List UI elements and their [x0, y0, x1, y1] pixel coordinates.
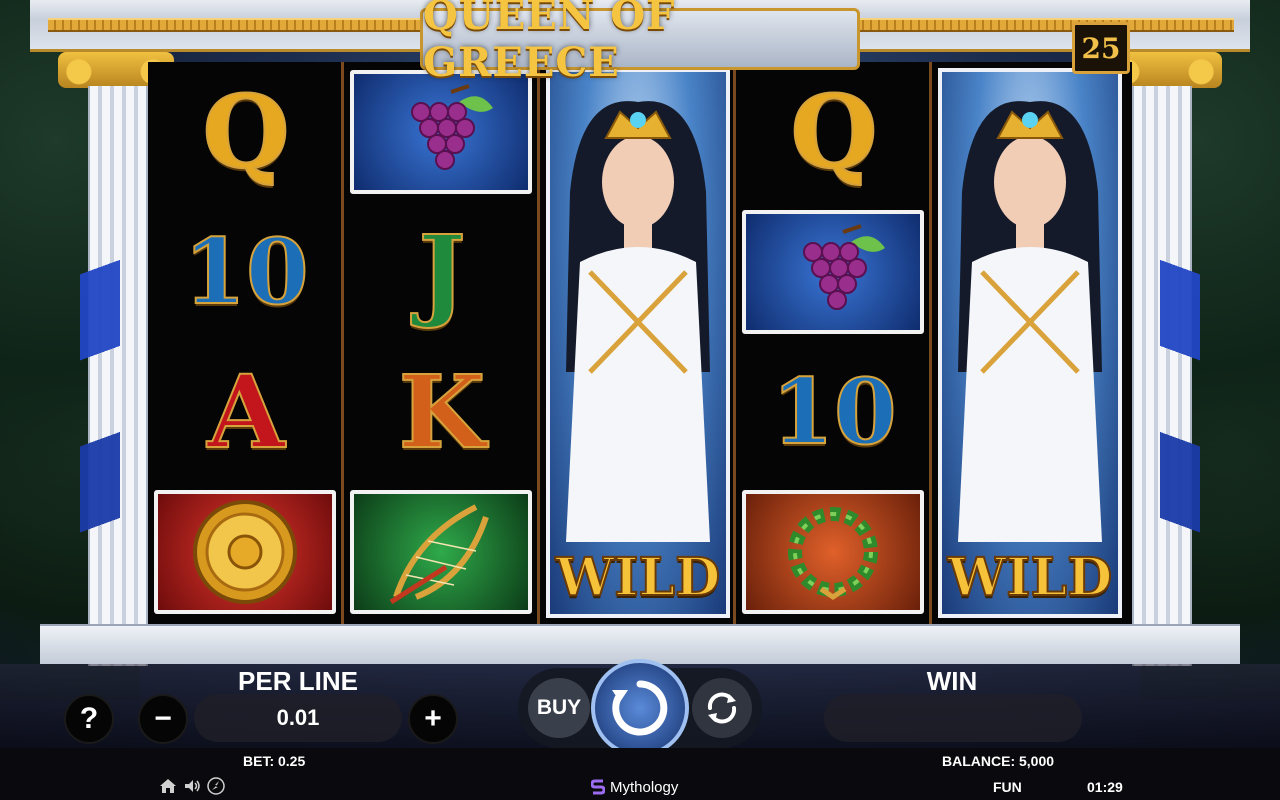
win-value [824, 694, 1082, 742]
per-line-label: PER LINE [238, 666, 358, 696]
reel-4: Q 10 [736, 62, 932, 624]
blue-drape-left [80, 90, 120, 690]
home-icon[interactable] [158, 776, 178, 796]
game-title: QUEEN OF GREECE [423, 0, 676, 86]
symbol-k: K [398, 353, 487, 471]
game-title-plate: QUEEN OF GREECE [420, 0, 860, 86]
grapes-icon [742, 210, 924, 334]
reel-5: WILD [932, 62, 1128, 624]
turbo-icon[interactable] [206, 776, 226, 796]
help-button[interactable]: ? [64, 694, 114, 744]
temple-base [40, 624, 1240, 664]
reel-3: WILD [540, 62, 736, 624]
balance: BALANCE: 5,000 [942, 753, 1055, 769]
game-mode: FUN [993, 779, 1022, 795]
wild-label: WILD [947, 546, 1113, 609]
lyre-icon [350, 490, 532, 614]
reel-area: Q 10 A J K WILD Q 10 WILD [148, 62, 1132, 624]
symbol-10: 10 [182, 219, 309, 325]
buy-feature-button[interactable]: BUY [528, 678, 590, 738]
wild-label: WILD [555, 546, 721, 609]
bet-total: BET: 0.25 [243, 753, 306, 769]
symbol-a: A [206, 353, 286, 471]
wild-expanded-symbol: WILD [938, 68, 1122, 618]
autoplay-button[interactable] [692, 678, 752, 738]
queen-figure-icon [566, 101, 710, 542]
reel-1: Q 10 A [148, 62, 344, 624]
paylines-badge: 25 [1072, 22, 1130, 74]
increase-bet-button[interactable]: + [408, 694, 458, 744]
clock: 01:29 [1087, 779, 1123, 795]
symbol-q: Q [201, 73, 290, 191]
reel-2: J K [344, 62, 540, 624]
symbol-grapes [736, 202, 932, 342]
provider-logo-icon [591, 779, 605, 795]
laurel-wreath-icon [742, 490, 924, 614]
win-label: WIN [926, 666, 978, 696]
symbol-lyre [344, 482, 540, 622]
symbol-shield [148, 482, 344, 622]
symbol-10: 10 [770, 359, 897, 465]
queen-figure-icon [958, 101, 1102, 542]
blue-drape-right [1160, 90, 1200, 690]
wild-expanded-symbol: WILD [546, 68, 730, 618]
per-line-value: 0.01 [194, 694, 402, 742]
spin-icon [612, 680, 668, 736]
spin-button[interactable] [591, 659, 689, 757]
symbol-j: J [417, 213, 466, 331]
provider-name: Mythology [610, 779, 679, 796]
sound-icon[interactable] [182, 776, 202, 796]
decrease-bet-button[interactable]: − [138, 694, 188, 744]
grapes-icon [350, 70, 532, 194]
autoplay-icon [707, 692, 737, 724]
shield-icon [154, 490, 336, 614]
symbol-wreath [736, 482, 932, 622]
